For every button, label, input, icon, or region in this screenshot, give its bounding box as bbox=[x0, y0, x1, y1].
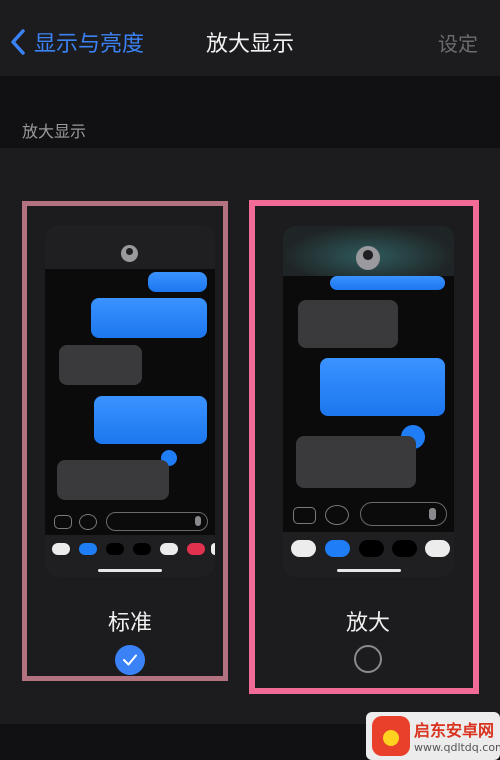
app-pill bbox=[160, 543, 178, 555]
standard-preview[interactable] bbox=[45, 225, 215, 577]
app-pill bbox=[425, 540, 450, 557]
checkmark-icon bbox=[123, 654, 137, 666]
home-indicator bbox=[98, 569, 162, 572]
mic-icon bbox=[429, 508, 436, 520]
set-button[interactable]: 设定 bbox=[438, 28, 478, 57]
zoomed-preview[interactable] bbox=[283, 226, 454, 577]
avatar-icon bbox=[121, 245, 138, 262]
app-pill bbox=[79, 543, 97, 555]
app-pill bbox=[106, 543, 124, 555]
page-title: 放大显示 bbox=[205, 32, 294, 57]
avatar-icon bbox=[356, 246, 380, 270]
option-label-zoomed: 放大 bbox=[346, 611, 391, 636]
message-bubble-sent bbox=[94, 396, 207, 444]
selected-checkmark[interactable] bbox=[115, 645, 145, 675]
app-pill bbox=[359, 540, 384, 557]
option-label-standard: 标准 bbox=[108, 611, 153, 636]
app-pill bbox=[392, 540, 417, 557]
app-store-icon bbox=[325, 505, 349, 525]
app-pill bbox=[325, 540, 350, 557]
watermark-url: www.qdltdq.com bbox=[414, 741, 500, 754]
unselected-radio[interactable] bbox=[354, 645, 382, 673]
section-header: 放大显示 bbox=[22, 122, 87, 141]
message-field bbox=[106, 512, 208, 531]
app-pill bbox=[187, 543, 205, 555]
camera-icon bbox=[293, 507, 316, 524]
mic-icon bbox=[195, 516, 201, 526]
message-bubble-received bbox=[296, 436, 416, 488]
home-indicator bbox=[337, 569, 401, 572]
message-bubble-sent bbox=[148, 272, 207, 292]
app-pill bbox=[52, 543, 70, 555]
app-store-icon bbox=[79, 514, 97, 530]
app-pill bbox=[211, 543, 215, 555]
message-bubble-sent bbox=[330, 276, 445, 290]
message-bubble-sent bbox=[91, 298, 207, 338]
watermark-title: 启东安卓网 bbox=[414, 721, 495, 740]
camera-icon bbox=[54, 515, 72, 529]
message-bubble-sent bbox=[320, 358, 445, 416]
message-bubble-received bbox=[298, 300, 398, 348]
app-pill bbox=[291, 540, 316, 557]
message-bubble-received bbox=[57, 460, 169, 500]
navigation-bar: 显示与亮度 放大显示 设定 bbox=[0, 0, 500, 76]
app-pill bbox=[133, 543, 151, 555]
watermark: 启东安卓网 www.qdltdq.com bbox=[366, 712, 500, 760]
message-bubble-received bbox=[59, 345, 142, 385]
watermark-logo-icon bbox=[372, 716, 410, 756]
